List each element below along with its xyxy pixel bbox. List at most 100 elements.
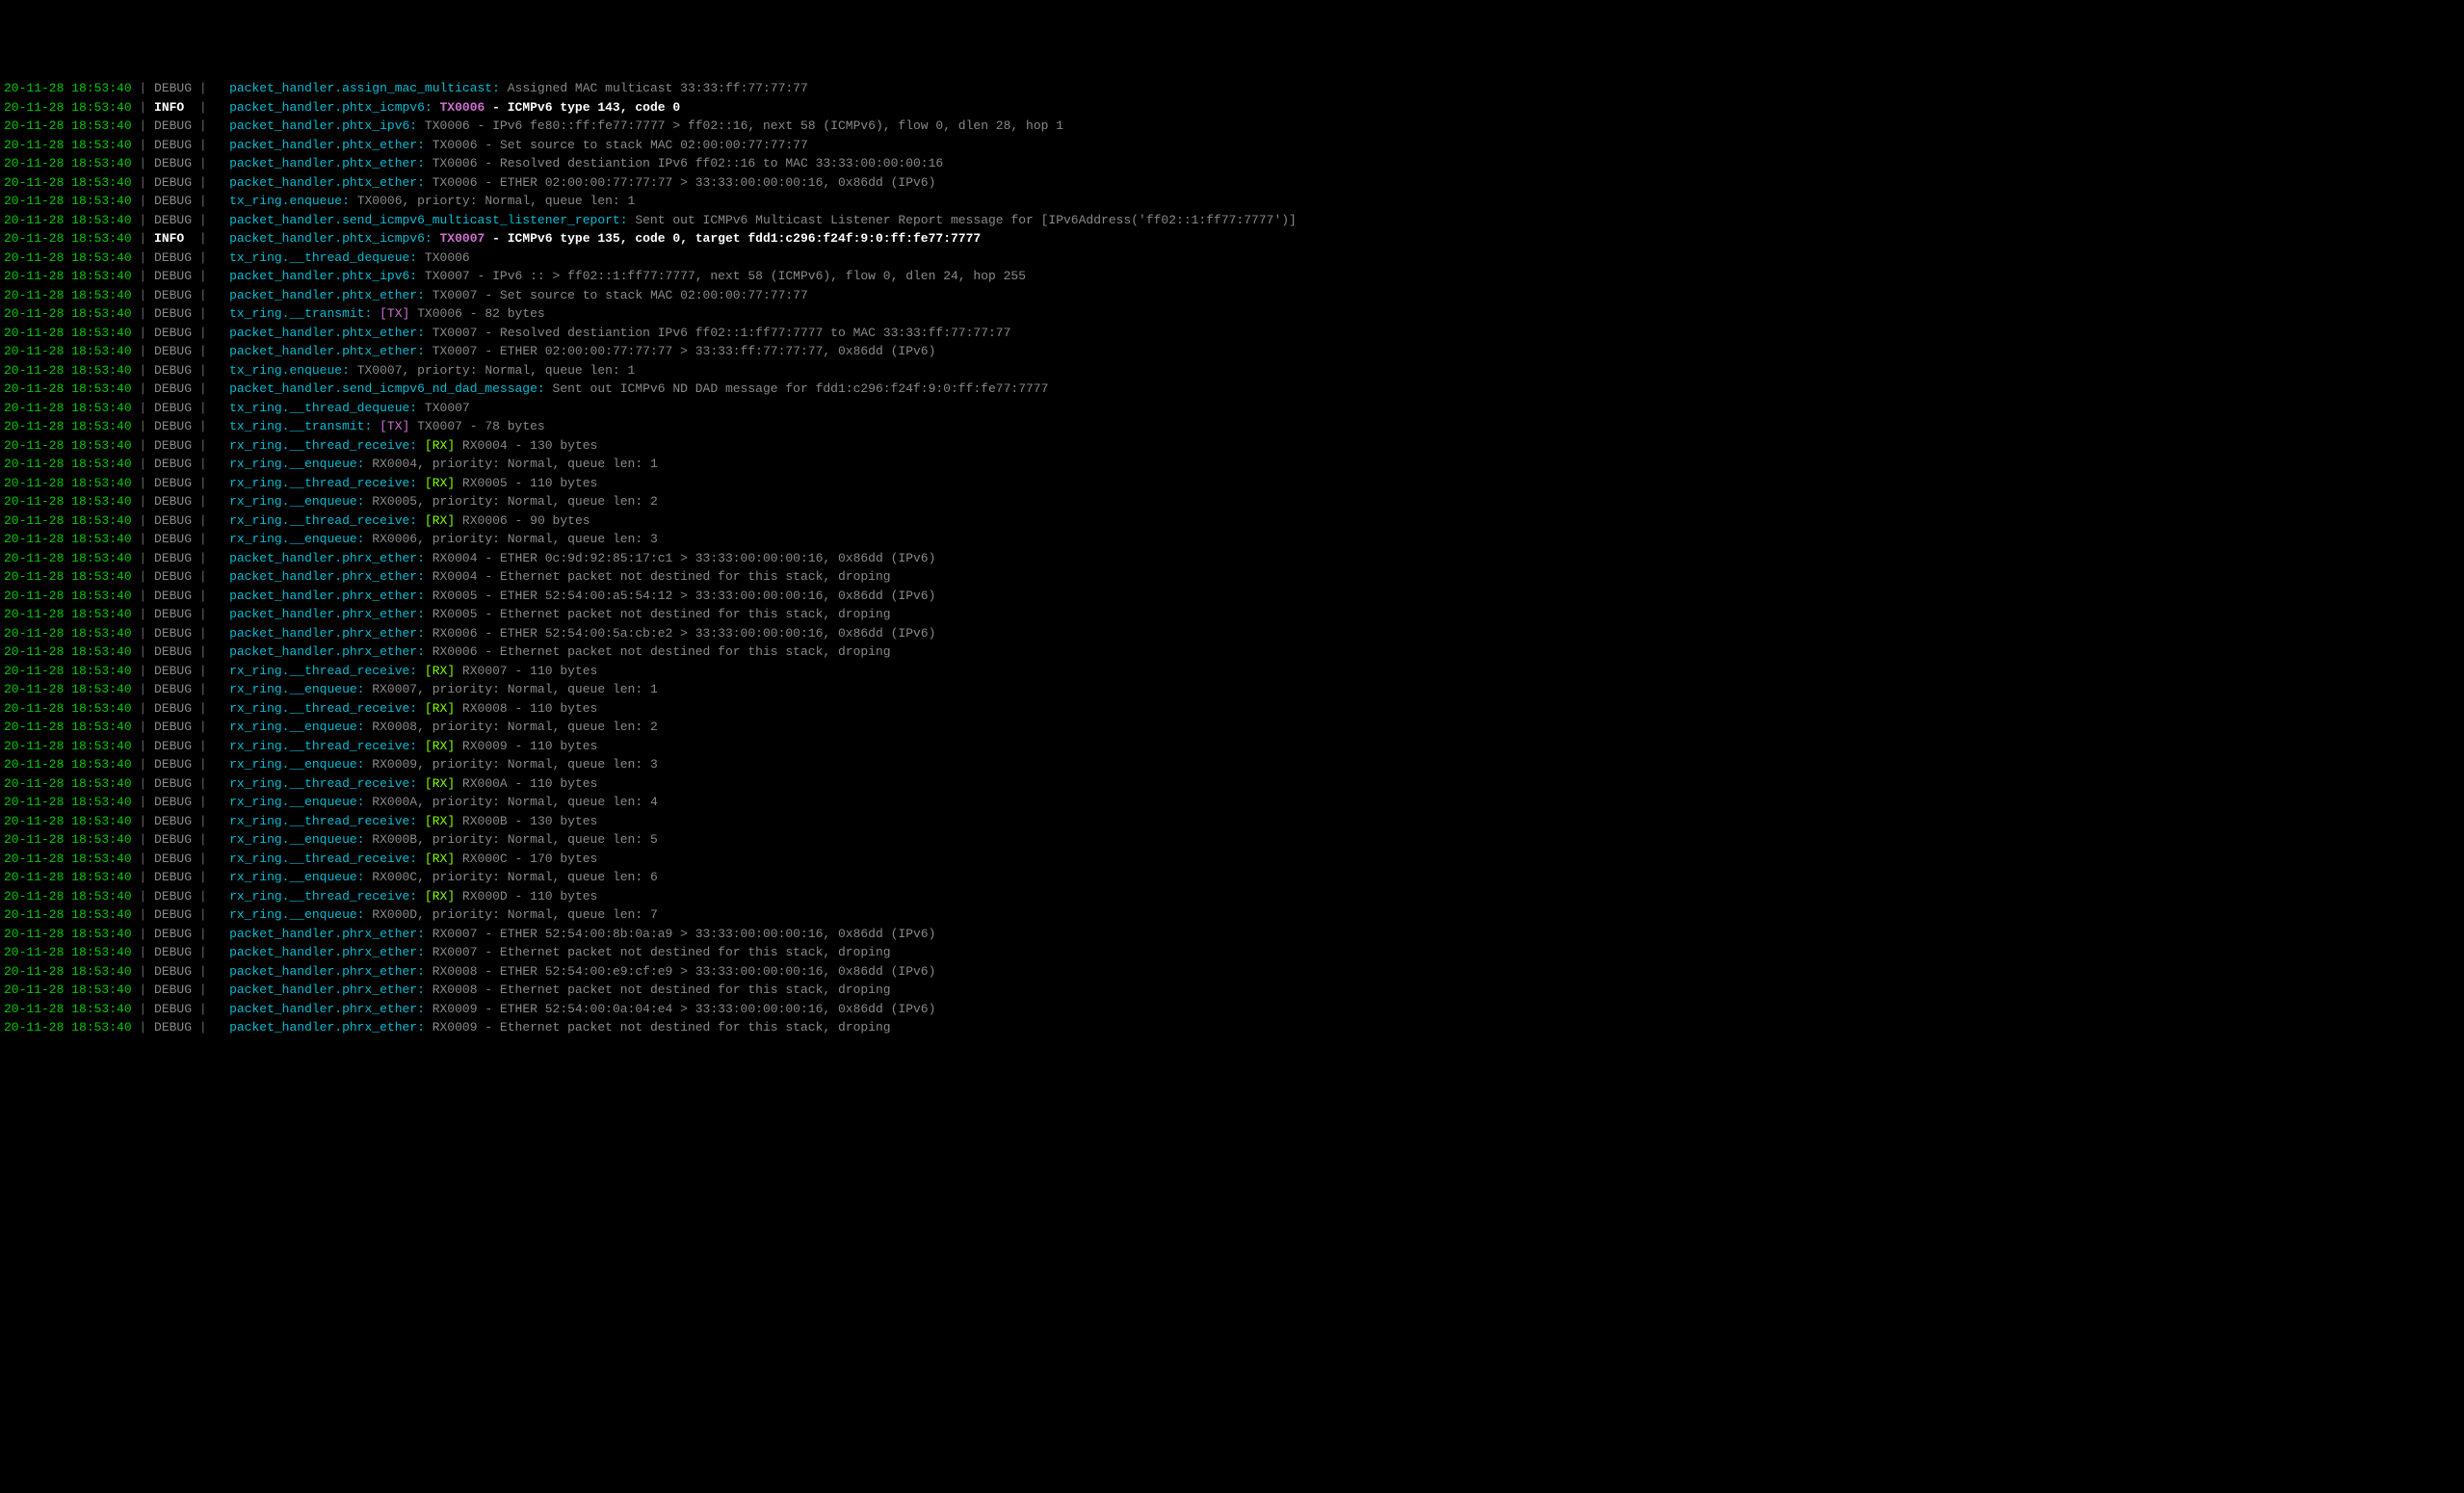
module-name: rx_ring.__enqueue: (229, 757, 364, 772)
timestamp: 20-11-28 18:53:40 (4, 438, 132, 453)
separator: | (132, 363, 154, 378)
log-line: 20-11-28 18:53:40 | DEBUG | tx_ring.enqu… (4, 192, 2460, 211)
module-name: rx_ring.__enqueue: (229, 907, 364, 922)
log-line: 20-11-28 18:53:40 | DEBUG | tx_ring.__tr… (4, 304, 2460, 324)
rx-tag: [RX] (417, 476, 455, 490)
separator: | (132, 889, 154, 904)
log-line: 20-11-28 18:53:40 | DEBUG | rx_ring.__th… (4, 887, 2460, 906)
log-level: DEBUG (154, 213, 192, 227)
log-message: - IPv6 :: > ff02::1:ff77:7777, next 58 (… (470, 269, 1026, 283)
separator: | (192, 682, 214, 696)
module-name: packet_handler.phrx_ether: (229, 964, 425, 979)
log-line: 20-11-28 18:53:40 | DEBUG | packet_handl… (4, 962, 2460, 982)
timestamp: 20-11-28 18:53:40 (4, 118, 132, 133)
log-line: 20-11-28 18:53:40 | DEBUG | rx_ring.__en… (4, 868, 2460, 887)
separator: | (132, 607, 154, 621)
module-name: packet_handler.phrx_ether: (229, 589, 425, 603)
log-message: RX0009 - Ethernet packet not destined fo… (425, 1020, 891, 1035)
log-message: RX0004 - ETHER 0c:9d:92:85:17:c1 > 33:33… (425, 551, 936, 565)
module-name: rx_ring.__enqueue: (229, 494, 364, 509)
log-level: DEBUG (154, 927, 192, 941)
log-level: DEBUG (154, 1020, 192, 1035)
timestamp: 20-11-28 18:53:40 (4, 776, 132, 791)
log-message: RX0006 - Ethernet packet not destined fo… (425, 644, 891, 659)
log-message: - ICMPv6 type 143, code 0 (485, 100, 680, 115)
module-name: packet_handler.phrx_ether: (229, 569, 425, 584)
timestamp: 20-11-28 18:53:40 (4, 513, 132, 528)
timestamp: 20-11-28 18:53:40 (4, 964, 132, 979)
log-level: DEBUG (154, 532, 192, 546)
log-line: 20-11-28 18:53:40 | DEBUG | packet_handl… (4, 117, 2460, 136)
separator: | (192, 118, 214, 133)
timestamp: 20-11-28 18:53:40 (4, 832, 132, 847)
timestamp: 20-11-28 18:53:40 (4, 250, 132, 265)
log-message: - Set source to stack MAC 02:00:00:77:77… (478, 138, 808, 152)
separator: | (132, 907, 154, 922)
log-line: 20-11-28 18:53:40 | DEBUG | packet_handl… (4, 567, 2460, 587)
log-level: DEBUG (154, 138, 192, 152)
separator: | (132, 231, 154, 246)
log-level: DEBUG (154, 757, 192, 772)
module-name: rx_ring.__thread_receive: (229, 739, 417, 753)
separator: | (132, 401, 154, 415)
log-message: RX0008 - ETHER 52:54:00:e9:cf:e9 > 33:33… (425, 964, 936, 979)
module-name: rx_ring.__enqueue: (229, 870, 364, 884)
module-name: rx_ring.__enqueue: (229, 832, 364, 847)
separator: | (192, 344, 214, 358)
module-name: packet_handler.assign_mac_multicast: (229, 81, 500, 95)
log-message: RX0009 - 110 bytes (455, 739, 597, 753)
log-message: , priorty: Normal, queue len: 1 (403, 363, 636, 378)
tx-id: TX0006 (425, 175, 478, 190)
rx-tag: [RX] (417, 438, 455, 453)
log-level: DEBUG (154, 81, 192, 95)
separator: | (192, 194, 214, 208)
log-message: RX0006, priority: Normal, queue len: 3 (365, 532, 658, 546)
rx-tag: [RX] (417, 664, 455, 678)
separator: | (192, 363, 214, 378)
log-line: 20-11-28 18:53:40 | DEBUG | rx_ring.__en… (4, 830, 2460, 850)
module-name: rx_ring.__thread_receive: (229, 476, 417, 490)
log-level: DEBUG (154, 438, 192, 453)
separator: | (192, 100, 214, 115)
timestamp: 20-11-28 18:53:40 (4, 569, 132, 584)
log-line: 20-11-28 18:53:40 | DEBUG | rx_ring.__th… (4, 737, 2460, 756)
separator: | (192, 1020, 214, 1035)
module-name: rx_ring.__thread_receive: (229, 438, 417, 453)
module-name: rx_ring.__enqueue: (229, 795, 364, 809)
log-message: TX0006 - 82 bytes (409, 306, 544, 321)
log-message: Sent out ICMPv6 ND DAD message for fdd1:… (545, 381, 1049, 396)
timestamp: 20-11-28 18:53:40 (4, 363, 132, 378)
log-message: - IPv6 fe80::ff:fe77:7777 > ff02::16, ne… (470, 118, 1063, 133)
module-name: rx_ring.__thread_receive: (229, 814, 417, 828)
separator: | (192, 175, 214, 190)
separator: | (192, 419, 214, 433)
log-message: RX000A, priority: Normal, queue len: 4 (365, 795, 658, 809)
timestamp: 20-11-28 18:53:40 (4, 532, 132, 546)
log-message: RX000B, priority: Normal, queue len: 5 (365, 832, 658, 847)
log-line: 20-11-28 18:53:40 | INFO | packet_handle… (4, 98, 2460, 118)
separator: | (132, 814, 154, 828)
log-level: DEBUG (154, 476, 192, 490)
log-message: RX0008 - 110 bytes (455, 701, 597, 716)
module-name: packet_handler.phtx_ether: (229, 138, 425, 152)
timestamp: 20-11-28 18:53:40 (4, 213, 132, 227)
log-message: TX0007 - 78 bytes (409, 419, 544, 433)
module-name: packet_handler.phrx_ether: (229, 982, 425, 997)
module-name: packet_handler.phrx_ether: (229, 945, 425, 959)
log-level: DEBUG (154, 682, 192, 696)
separator: | (132, 457, 154, 471)
separator: | (192, 269, 214, 283)
timestamp: 20-11-28 18:53:40 (4, 419, 132, 433)
log-message: RX0005, priority: Normal, queue len: 2 (365, 494, 658, 509)
separator: | (132, 344, 154, 358)
tx-id: TX0007 (417, 401, 470, 415)
separator: | (192, 664, 214, 678)
log-message: RX0009 - ETHER 52:54:00:0a:04:e4 > 33:33… (425, 1002, 936, 1016)
module-name: packet_handler.phtx_ether: (229, 288, 425, 302)
log-level: DEBUG (154, 363, 192, 378)
log-level: DEBUG (154, 513, 192, 528)
module-name: rx_ring.__thread_receive: (229, 664, 417, 678)
separator: | (192, 757, 214, 772)
separator: | (132, 1020, 154, 1035)
separator: | (132, 118, 154, 133)
